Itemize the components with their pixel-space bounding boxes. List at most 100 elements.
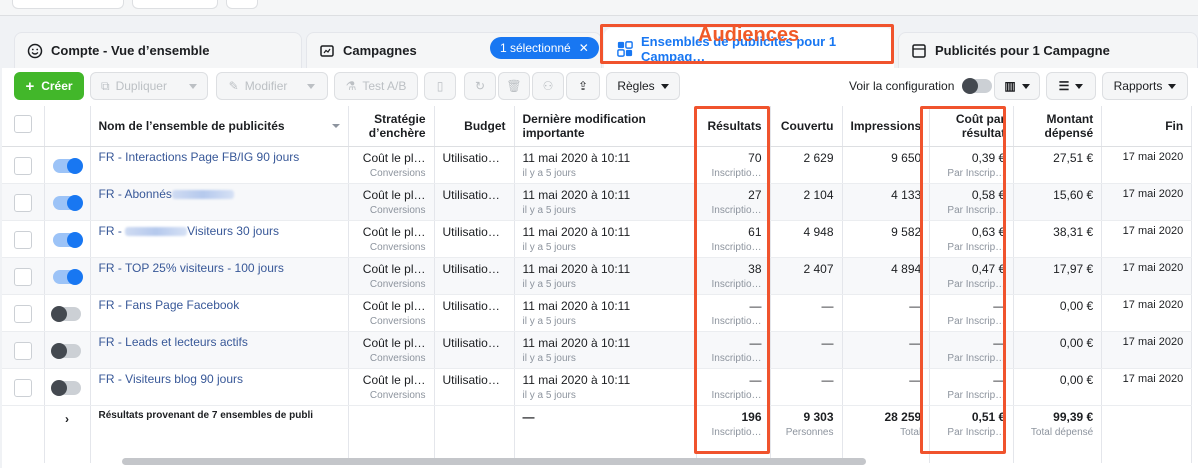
amount-spent-cell: 15,60 € <box>1013 183 1103 221</box>
ad-set-name-link[interactable]: FR - Fans Page Facebook <box>90 294 349 332</box>
reports-dropdown[interactable]: Rapports <box>1102 72 1188 100</box>
ad-set-status-toggle[interactable] <box>53 268 83 285</box>
table-row[interactable]: FR - Leads et lecteurs actifs Coût le pl…… <box>2 331 1193 369</box>
last-edit-sub: il y a 5 jours <box>522 204 576 216</box>
column-header-impressions[interactable]: Impressions <box>842 106 931 147</box>
column-header-cost-per-result[interactable]: Coût par résultat <box>929 106 1015 147</box>
table-row[interactable]: FR - Visiteurs 30 jours Coût le pl… Conver… <box>2 220 1193 258</box>
row-select-cell <box>2 146 45 184</box>
end-date-cell: 17 mai 2020 <box>1101 183 1193 221</box>
reach-value: — <box>821 372 834 387</box>
smiley-icon <box>27 43 43 59</box>
tab-label: Compte - Vue d’ensemble <box>51 43 210 58</box>
column-header-name[interactable]: Nom de l’ensemble de publicités <box>90 106 349 147</box>
trash-icon[interactable]: 🗑 <box>498 72 530 100</box>
end-date-value: 17 mai 2020 <box>1122 372 1184 385</box>
chevron-right-icon[interactable]: › <box>65 412 69 426</box>
cost-per-result-cell: 0,39 € Par Inscrip… <box>929 146 1015 184</box>
impressions-cell: 9 650 <box>842 146 931 184</box>
selection-pill[interactable]: 1 sélectionné ✕ <box>490 37 599 59</box>
ab-test-button[interactable]: ⚗ Test A/B <box>334 72 418 100</box>
bid-strategy-value: Coût le pl… <box>362 298 426 313</box>
table-row[interactable]: FR - Fans Page Facebook Coût le pl… Conver… <box>2 294 1193 332</box>
column-header-end[interactable]: Fin <box>1101 106 1193 147</box>
row-checkbox[interactable] <box>13 304 32 323</box>
end-date-cell: 17 mai 2020 <box>1101 294 1193 332</box>
ad-set-name-link[interactable]: FR - Interactions Page FB/IG 90 jours <box>90 146 349 184</box>
row-checkbox[interactable] <box>13 341 32 360</box>
row-checkbox[interactable] <box>13 193 32 212</box>
row-checkbox[interactable] <box>13 378 32 397</box>
ad-set-name-text: FR - Leads et lecteurs actifs <box>98 334 248 349</box>
row-checkbox[interactable] <box>13 230 32 249</box>
ad-set-name-link[interactable]: FR - Visiteurs blog 90 jours <box>90 368 349 406</box>
close-icon[interactable]: ✕ <box>579 41 589 55</box>
ad-set-status-toggle[interactable] <box>53 157 83 174</box>
impressions-cell: — <box>842 331 931 369</box>
ad-set-name-link[interactable]: FR - Abonnés <box>90 183 349 221</box>
bid-strategy-value: Coût le pl… <box>362 261 426 276</box>
column-header-bid-strategy[interactable]: Stratégie d’enchère <box>348 106 435 147</box>
rules-dropdown[interactable]: Règles <box>606 72 680 100</box>
top-nav-button[interactable] <box>226 0 258 9</box>
table-row[interactable]: FR - Visiteurs blog 90 jours Coût le pl… C… <box>2 368 1193 406</box>
table-row[interactable]: FR - TOP 25% visiteurs - 100 jours Coût l… <box>2 257 1193 295</box>
rules-label: Règles <box>617 79 655 93</box>
column-header-last-edit[interactable]: Dernière modification importante <box>514 106 697 147</box>
export-icon[interactable]: ⇪ <box>566 72 600 100</box>
column-header-budget[interactable]: Budget <box>434 106 515 147</box>
view-config-toggle[interactable] <box>962 78 993 94</box>
tab-account-overview[interactable]: Compte - Vue d’ensemble <box>14 32 302 68</box>
edit-button[interactable]: ✎ Modifier <box>216 72 328 100</box>
toggle-knob <box>51 305 67 322</box>
duplicate-icon: ⧉ <box>101 78 110 93</box>
table-row[interactable]: FR - Abonnés Coût le pl… Conversions Utilis… <box>2 183 1193 221</box>
ad-set-name-link[interactable]: FR - Leads et lecteurs actifs <box>90 331 349 369</box>
ad-set-status-toggle[interactable] <box>51 379 81 396</box>
amount-spent-cell: 38,31 € <box>1013 220 1103 258</box>
row-checkbox[interactable] <box>13 156 32 175</box>
column-header-reach[interactable]: Couvertu <box>770 106 843 147</box>
ad-set-name-link[interactable]: FR - Visiteurs 30 jours <box>90 220 349 258</box>
create-button[interactable]: + Créer <box>14 72 84 100</box>
amount-spent-value: 27,51 € <box>1053 150 1094 165</box>
select-all-checkbox[interactable] <box>13 115 32 134</box>
top-nav-button[interactable] <box>132 0 218 9</box>
table-row[interactable]: FR - Interactions Page FB/IG 90 jours Coû… <box>2 146 1193 184</box>
column-header-amount-spent[interactable]: Montant dépensé <box>1013 106 1103 147</box>
people-icon[interactable]: ⚇ <box>532 72 564 100</box>
row-checkbox[interactable] <box>13 267 32 286</box>
cost-per-result-sub: Par Inscrip… <box>947 241 1006 253</box>
reports-label: Rapports <box>1113 79 1163 93</box>
chevron-down-icon <box>188 83 197 89</box>
refresh-icon[interactable]: ↻ <box>464 72 496 100</box>
amount-spent-value: 17,97 € <box>1053 261 1094 276</box>
horizontal-scrollbar[interactable] <box>122 458 866 465</box>
ad-set-status-toggle[interactable] <box>51 305 81 322</box>
chevron-down-icon <box>1075 83 1084 89</box>
bid-strategy-sub: Conversions <box>369 389 426 401</box>
totals-results-cell: 196 Inscriptio… <box>696 405 771 463</box>
duplicate-button[interactable]: ⧉ Dupliquer <box>90 72 208 100</box>
top-nav-button[interactable] <box>12 0 124 9</box>
tab-ads[interactable]: Publicités pour 1 Campagne <box>898 32 1198 68</box>
cost-per-result-sub: Par Inscrip… <box>947 315 1006 327</box>
reach-cell: 2 104 <box>770 183 843 221</box>
breakdown-dropdown[interactable]: ☰ <box>1046 72 1096 100</box>
ad-set-status-toggle[interactable] <box>51 342 81 359</box>
results-cell: 38 Inscriptio… <box>696 257 771 295</box>
amount-spent-cell: 0,00 € <box>1013 294 1103 332</box>
columns-dropdown[interactable]: ▥ <box>994 72 1040 100</box>
lock-icon[interactable]: ▯ <box>424 72 456 100</box>
results-cell: — Inscriptio… <box>696 368 771 406</box>
row-toggle-cell <box>44 368 91 406</box>
ab-test-label: Test A/B <box>362 79 407 93</box>
budget-cell: Utilisatio… <box>434 257 515 295</box>
ad-set-status-toggle[interactable] <box>53 194 83 211</box>
ad-set-status-toggle[interactable] <box>53 231 83 248</box>
column-header-results[interactable]: Résultats <box>696 106 771 147</box>
bid-strategy-value: Coût le pl… <box>362 187 426 202</box>
bid-strategy-sub: Conversions <box>369 278 426 290</box>
ad-set-name-link[interactable]: FR - TOP 25% visiteurs - 100 jours <box>90 257 349 295</box>
sort-icon[interactable] <box>331 123 340 128</box>
